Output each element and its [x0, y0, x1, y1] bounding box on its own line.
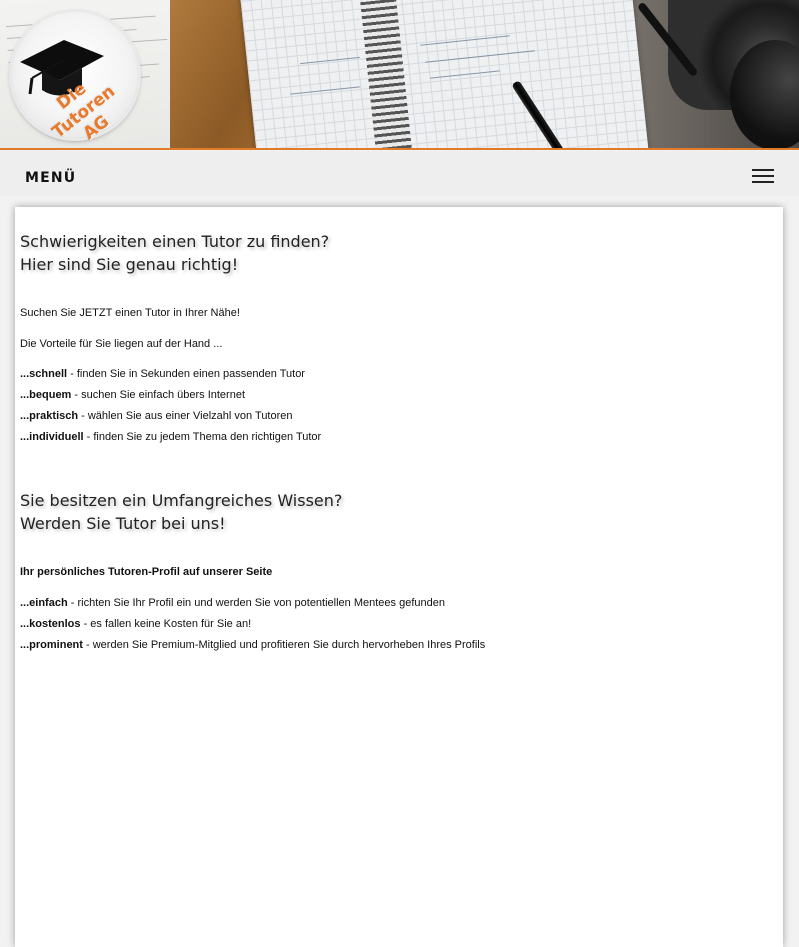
hamburger-icon[interactable]: [752, 169, 774, 183]
list-item-text: - werden Sie Premium-Mitglied und profit…: [82, 639, 486, 651]
list-item: ...schnell - finden Sie in Sekunden eine…: [20, 368, 305, 380]
list-item-text: - finden Sie zu jedem Thema den richtige…: [83, 431, 322, 443]
list-item-text: - es fallen keine Kosten für Sie an!: [80, 618, 252, 630]
list-item: ...einfach - richten Sie Ihr Profil ein …: [20, 597, 445, 609]
list-item-text: - suchen Sie einfach übers Internet: [71, 389, 246, 401]
menu-label[interactable]: MENÜ: [25, 170, 76, 186]
list-item-key: ...praktisch: [20, 410, 79, 422]
header-banner: Die Tutoren AG: [0, 0, 799, 150]
list-item: ...prominent - werden Sie Premium-Mitgli…: [20, 639, 485, 651]
list-item-key: ...einfach: [20, 597, 68, 609]
list-item-key: ...prominent: [20, 639, 83, 651]
section1-heading-line2: Hier sind Sie genau richtig!: [20, 255, 239, 274]
section2-heading: Sie besitzen ein Umfangreiches Wissen? W…: [20, 489, 342, 535]
section1-lead: Die Vorteile für Sie liegen auf der Hand…: [20, 338, 223, 350]
site-logo[interactable]: Die Tutoren AG: [12, 12, 138, 144]
section1-heading: Schwierigkeiten einen Tutor zu finden? H…: [20, 230, 329, 276]
list-item-text: - finden Sie in Sekunden einen passenden…: [67, 368, 305, 380]
section2-heading-line1: Sie besitzen ein Umfangreiches Wissen?: [20, 491, 343, 510]
list-item: ...praktisch - wählen Sie aus einer Viel…: [20, 410, 293, 422]
menu-bar: MENÜ: [0, 151, 799, 196]
list-item-key: ...schnell: [20, 368, 68, 380]
section1-intro: Suchen Sie JETZT einen Tutor in Ihrer Nä…: [20, 307, 240, 319]
list-item-text: - wählen Sie aus einer Vielzahl von Tuto…: [78, 410, 293, 422]
section1-heading-line1: Schwierigkeiten einen Tutor zu finden?: [20, 232, 330, 251]
content-panel: Schwierigkeiten einen Tutor zu finden? H…: [15, 207, 783, 947]
list-item-key: ...kostenlos: [20, 618, 81, 630]
list-item: ...individuell - finden Sie zu jedem The…: [20, 431, 321, 443]
list-item-key: ...individuell: [20, 431, 84, 443]
list-item-key: ...bequem: [20, 389, 72, 401]
list-item: ...kostenlos - es fallen keine Kosten fü…: [20, 618, 251, 630]
section2-heading-line2: Werden Sie Tutor bei uns!: [20, 514, 226, 533]
section2-subtitle: Ihr persönliches Tutoren-Profil auf unse…: [20, 566, 273, 578]
list-item: ...bequem - suchen Sie einfach übers Int…: [20, 389, 245, 401]
list-item-text: - richten Sie Ihr Profil ein und werden …: [67, 597, 445, 609]
